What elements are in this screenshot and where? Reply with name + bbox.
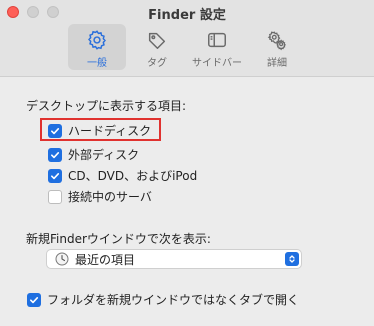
preference-tabs: 一般 タグ サイドバー 詳細: [68, 24, 306, 70]
cds-dvds-ipods-checkbox[interactable]: [48, 168, 62, 183]
toolbar: Finder 設定 一般 タグ サイドバー 詳細: [0, 0, 374, 77]
tab-sidebar-label: サイドバー: [192, 58, 242, 69]
tag-icon: [148, 32, 166, 49]
window-title: Finder 設定: [148, 8, 226, 23]
external-disks-label: 外部ディスク: [68, 148, 140, 162]
hard-disks-checkbox[interactable]: [48, 123, 62, 138]
new-window-label: 新規Finderウインドウで次を表示:: [26, 232, 211, 246]
select-chevrons-icon[interactable]: [285, 252, 299, 266]
finder-settings-window: Finder 設定 一般 タグ サイドバー 詳細 デスクトップに表示する項目: …: [0, 0, 374, 326]
new-window-target-select[interactable]: 最近の項目: [46, 249, 302, 269]
hard-disks-label: ハードディスク: [68, 124, 152, 138]
checkbox-row-cds-dvds-ipods[interactable]: CD、DVD、およびiPod: [48, 167, 197, 184]
connected-servers-label: 接続中のサーバ: [68, 190, 152, 204]
checkmark-icon: [51, 151, 60, 158]
checkbox-row-external-disks[interactable]: 外部ディスク: [48, 146, 139, 163]
checkmark-icon: [30, 296, 39, 303]
checkbox-row-connected-servers[interactable]: 接続中のサーバ: [48, 188, 152, 205]
checkbox-row-open-in-tabs[interactable]: フォルダを新規ウインドウではなくタブで開く: [27, 291, 299, 308]
clock-icon: [55, 252, 69, 266]
external-disks-checkbox[interactable]: [48, 147, 62, 162]
open-in-tabs-checkbox[interactable]: [27, 292, 41, 307]
open-in-tabs-label: フォルダを新規ウインドウではなくタブで開く: [47, 293, 300, 307]
tab-tags-label: タグ: [147, 58, 167, 69]
tab-general[interactable]: 一般: [68, 24, 126, 70]
gear-icon: [88, 30, 106, 50]
connected-servers-checkbox[interactable]: [48, 189, 62, 204]
tab-general-label: 一般: [87, 58, 107, 69]
cds-dvds-ipods-label: CD、DVD、およびiPod: [68, 169, 198, 183]
tab-advanced-label: 詳細: [267, 58, 287, 69]
desktop-section-label: デスクトップに表示する項目:: [26, 99, 187, 113]
tab-sidebar[interactable]: サイドバー: [188, 24, 246, 70]
new-window-selected-value: 最近の項目: [75, 252, 136, 267]
up-down-chevron-icon: [289, 255, 295, 263]
checkmark-icon: [51, 172, 60, 179]
checkbox-row-hard-disks[interactable]: ハードディスク: [48, 122, 151, 139]
gears-icon: [267, 31, 286, 51]
tab-advanced[interactable]: 詳細: [248, 24, 306, 70]
tab-tags[interactable]: タグ: [128, 24, 186, 70]
sidebar-icon: [208, 32, 226, 48]
checkmark-icon: [51, 127, 60, 134]
